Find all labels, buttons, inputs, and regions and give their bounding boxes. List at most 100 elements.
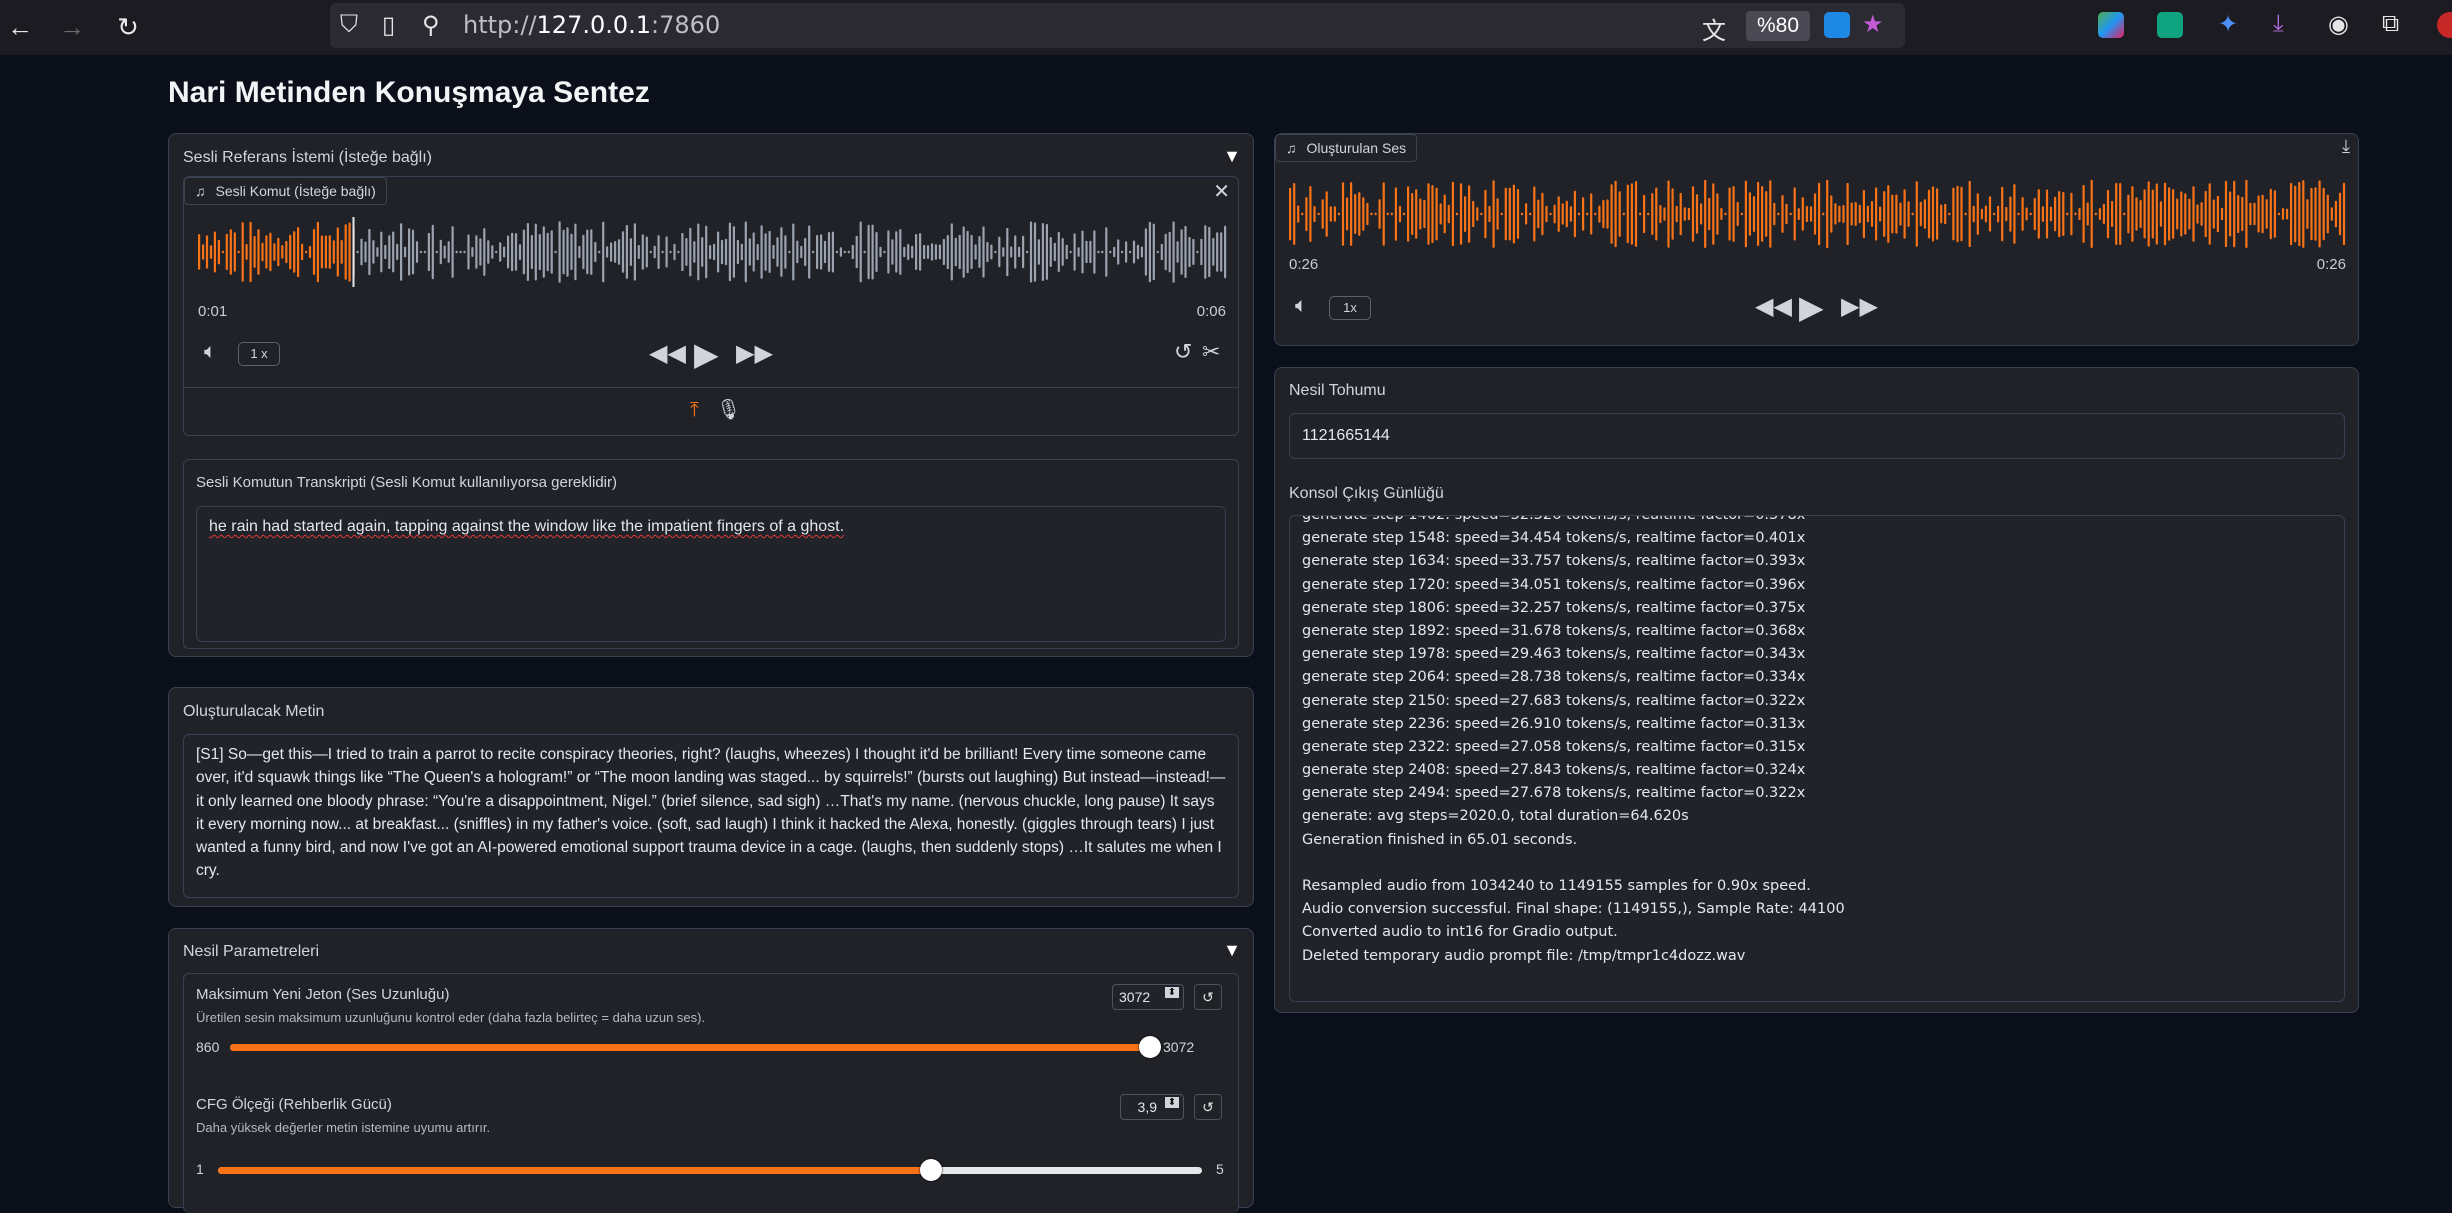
cfg-reset-button[interactable]: ↺ xyxy=(1194,1094,1222,1120)
permissions-icon[interactable]: ⚲ xyxy=(422,11,440,40)
waveform-bar xyxy=(2070,192,2073,236)
waveform-bar xyxy=(198,234,201,270)
chatgpt-extension-icon[interactable] xyxy=(2157,12,2183,38)
forward-icon[interactable]: → xyxy=(54,10,90,44)
waveform-bar xyxy=(2155,183,2158,245)
audio-prompt-waveform[interactable] xyxy=(198,217,1228,287)
waveform-bar xyxy=(1160,243,1163,261)
max-tokens-slider-fill xyxy=(230,1044,1150,1051)
playhead[interactable] xyxy=(352,217,355,287)
stepper-icon[interactable]: ⬍ xyxy=(1165,1097,1179,1108)
reload-icon[interactable]: ↻ xyxy=(110,10,146,44)
waveform-bar xyxy=(1041,223,1044,281)
waveform-bar xyxy=(590,229,593,275)
volume-icon[interactable]: 🔈︎ xyxy=(204,340,217,364)
download-icon[interactable]: ⤓ xyxy=(2342,136,2350,157)
translate-extension-icon[interactable] xyxy=(1824,12,1850,38)
max-tokens-slider[interactable] xyxy=(230,1036,1161,1058)
fast-forward-icon[interactable]: ▶▶ xyxy=(736,339,773,368)
fast-forward-icon[interactable]: ▶▶ xyxy=(1841,292,1878,321)
waveform-bar xyxy=(451,226,454,278)
waveform-bar xyxy=(435,250,438,254)
waveform-bar xyxy=(2338,192,2342,236)
audio-prompt-panel-label[interactable]: Sesli Referans İstemi (İsteğe bağlı) xyxy=(183,149,432,167)
waveform-bar xyxy=(1029,221,1033,283)
waveform-bar xyxy=(804,238,807,266)
waveform-bar xyxy=(1200,238,1203,266)
profile-avatar[interactable] xyxy=(2437,12,2452,38)
rewind-icon[interactable]: ◀◀ xyxy=(649,339,686,368)
waveform-bar xyxy=(408,228,411,276)
zoom-level[interactable]: %80 xyxy=(1746,11,1810,41)
waveform-bar xyxy=(257,229,260,275)
waveform-bar xyxy=(1113,246,1116,258)
collapse-triangle-icon[interactable]: ▼ xyxy=(1223,940,1241,961)
waveform-bar xyxy=(744,221,747,283)
stepper-icon[interactable]: ⬍ xyxy=(1165,987,1179,998)
waveform-bar xyxy=(994,250,997,254)
waveform-bar xyxy=(1675,205,1678,223)
waveform-bar xyxy=(621,231,625,273)
waveform-bar xyxy=(1362,197,1365,231)
output-audio-waveform[interactable] xyxy=(1289,176,2347,252)
console-output[interactable]: generate step 1462: speed=32.326 tokens/… xyxy=(1289,515,2345,1002)
address-bar[interactable]: ⛉ ▯ ⚲ http://127.0.0.1:7860 文 %80 ★ xyxy=(330,3,1905,48)
rewind-icon[interactable]: ◀◀ xyxy=(1755,292,1792,321)
gemini-extension-icon[interactable]: ✦ xyxy=(2218,10,2238,39)
url-text[interactable]: http://127.0.0.1:7860 xyxy=(463,11,720,39)
waveform-bar xyxy=(1952,187,1955,241)
waveform-bar xyxy=(1301,212,1304,216)
max-tokens-slider-thumb[interactable] xyxy=(1139,1036,1161,1058)
waveform-bar xyxy=(1687,207,1690,221)
waveform-bar xyxy=(645,236,648,268)
close-icon[interactable]: ✕ xyxy=(1213,179,1230,204)
music-note-icon: ♫ xyxy=(1286,140,1297,156)
waveform-bar xyxy=(2062,192,2065,236)
waveform-bar xyxy=(780,227,783,277)
volume-icon[interactable]: 🔈︎ xyxy=(1295,294,1308,318)
play-icon[interactable]: ▶ xyxy=(1799,288,1824,326)
url-port: :7860 xyxy=(651,11,721,39)
params-panel-label[interactable]: Nesil Parametreleri xyxy=(183,943,319,961)
extensions-icon[interactable]: ⧉ xyxy=(2382,10,2399,38)
waveform-bar xyxy=(1350,182,1353,246)
waveform-bar xyxy=(1748,192,1751,236)
transcript-input[interactable]: he rain had started again, tapping again… xyxy=(196,506,1226,642)
bookmark-star-icon[interactable]: ★ xyxy=(1862,10,1884,39)
output-speed-button[interactable]: 1x xyxy=(1329,296,1371,320)
waveform-bar xyxy=(285,240,288,264)
waveform-bar xyxy=(1346,197,1349,231)
account-icon[interactable]: ◉ xyxy=(2328,10,2349,39)
upload-icon[interactable]: ⤒ xyxy=(690,399,699,422)
undo-icon[interactable]: ↺ xyxy=(1174,339,1192,365)
waveform-bar xyxy=(427,232,430,272)
cfg-value: 3,9 xyxy=(1137,1099,1157,1115)
text-input-area[interactable]: [S1] So—get this—I tried to train a parr… xyxy=(183,734,1239,898)
cfg-slider-thumb[interactable] xyxy=(920,1159,943,1181)
play-icon[interactable]: ▶ xyxy=(694,335,719,373)
waveform-bar xyxy=(2180,191,2183,237)
waveform-bar xyxy=(740,243,743,261)
copilot-extension-icon[interactable] xyxy=(2098,12,2124,38)
back-icon[interactable]: ← xyxy=(2,10,38,44)
waveform-bar xyxy=(752,232,755,272)
translate-icon[interactable]: 文 xyxy=(1702,11,1726,46)
download-icon[interactable]: ⤓ xyxy=(2273,10,2284,38)
waveform-bar xyxy=(2188,198,2191,230)
waveform-bar xyxy=(1370,212,1373,216)
max-tokens-input[interactable]: 3072 ⬍ xyxy=(1112,984,1184,1010)
waveform-bar xyxy=(221,250,224,254)
waveform-bar xyxy=(1716,193,1719,235)
max-tokens-reset-button[interactable]: ↺ xyxy=(1194,984,1222,1010)
page-icon[interactable]: ▯ xyxy=(382,11,395,40)
cfg-input[interactable]: 3,9 ⬍ xyxy=(1120,1094,1184,1120)
audio-prompt-speed-button[interactable]: 1 x xyxy=(238,342,280,366)
waveform-bar xyxy=(2066,212,2069,216)
collapse-triangle-icon[interactable]: ▼ xyxy=(1223,146,1241,167)
waveform-bar xyxy=(705,225,708,279)
seed-input[interactable]: 1121665144 xyxy=(1289,413,2345,459)
cfg-slider[interactable] xyxy=(218,1159,1202,1181)
trim-scissors-icon[interactable]: ✂ xyxy=(1202,339,1220,365)
shield-icon[interactable]: ⛉ xyxy=(340,11,358,39)
microphone-icon[interactable]: 🎙︎ xyxy=(716,397,741,422)
